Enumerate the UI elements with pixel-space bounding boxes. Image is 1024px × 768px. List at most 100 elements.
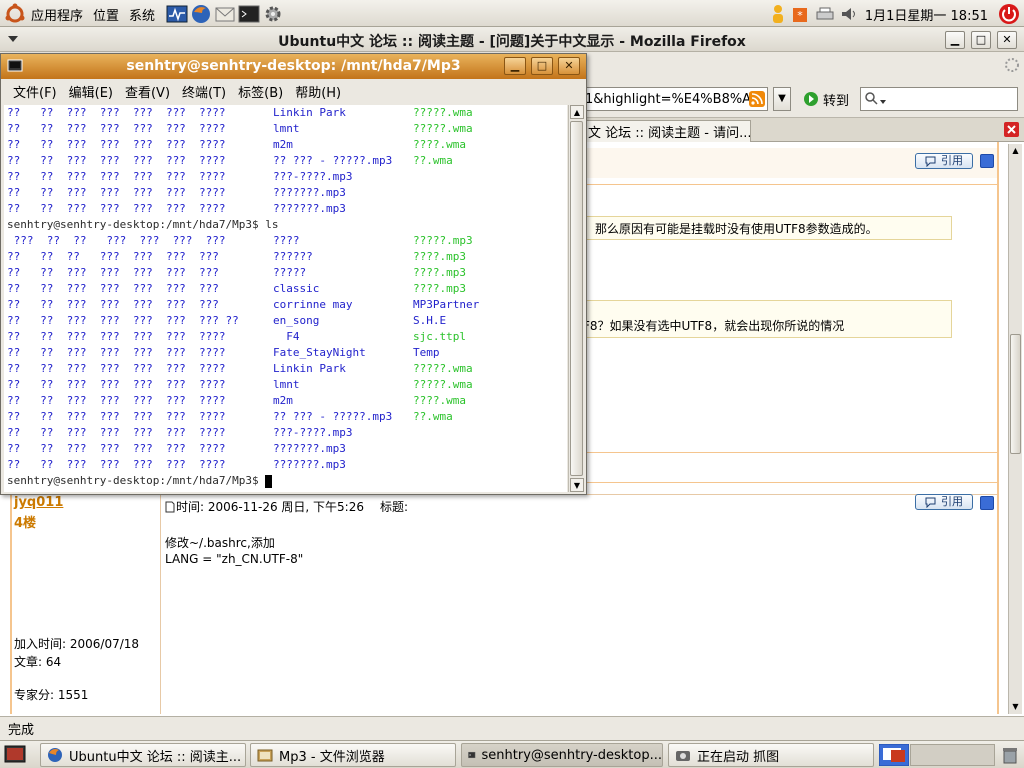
firefox-window-title: Ubuntu中文 论坛 :: 阅读主题 - [问题]关于中文显示 - Mozil… [278, 34, 746, 50]
scroll-up-arrow[interactable]: ▲ [1009, 144, 1022, 158]
output-name-col1: ?????? [273, 250, 313, 263]
tray: * 1月1日星期一 18:51 [769, 3, 1020, 25]
clock[interactable]: 1月1日星期一 18:51 [865, 5, 988, 24]
printer-icon[interactable] [815, 3, 835, 25]
post4-author[interactable]: jyq011 [14, 495, 63, 510]
terminal-scroll-up[interactable]: ▲ [570, 105, 584, 119]
user-icon[interactable] [769, 3, 787, 25]
maximize-button[interactable]: □ [971, 31, 991, 49]
output-perms: ?? ?? ??? ??? ??? ??? ???? [7, 138, 226, 151]
firefox-launcher-icon[interactable] [190, 3, 212, 25]
task-file-browser[interactable]: Mp3 - 文件浏览器 [250, 743, 456, 767]
quote-button-post3[interactable]: 引用 [915, 153, 973, 169]
menu-view[interactable]: 查看(V) [125, 82, 170, 101]
settings-launcher-icon[interactable] [262, 3, 284, 25]
shutdown-icon[interactable] [998, 3, 1020, 25]
search-field[interactable] [860, 87, 1018, 111]
output-perms: ?? ?? ??? ??? ??? ??? ??? [7, 298, 219, 311]
update-notifier-icon[interactable]: * [791, 3, 809, 25]
output-perms: ?? ?? ??? ??? ??? ??? ???? [7, 122, 226, 135]
output-name-col1: en_song [273, 314, 320, 327]
terminal-title: senhtry@senhtry-desktop: /mnt/hda7/Mp3 [126, 58, 461, 74]
output-name-col1: Linkin Park [273, 106, 346, 119]
minimize-button[interactable]: ▁ [945, 31, 965, 49]
output-name-col2: ?????.mp3 [413, 234, 473, 247]
system-monitor-icon[interactable] [166, 3, 188, 25]
prompt-text: senhtry@senhtry-desktop:/mnt/hda7/Mp3$ [7, 474, 266, 487]
volume-icon[interactable] [839, 3, 859, 25]
output-perms: ?? ?? ??? ??? ??? ??? ???? [7, 154, 226, 167]
terminal-launcher-icon[interactable] [238, 3, 260, 25]
output-perms: ?? ?? ??? ??? ??? ??? ???? [7, 186, 226, 199]
output-name-col2: ????.mp3 [413, 266, 466, 279]
output-name-col2: ????.mp3 [413, 250, 466, 263]
quote-icon [925, 156, 936, 167]
output-name-col1: lmnt [273, 122, 300, 135]
menu-terminal[interactable]: 终端(T) [182, 82, 226, 101]
edit-square-icon[interactable] [980, 496, 994, 510]
url-bar[interactable]: 1&highlight=%E4%B8%AD [582, 87, 768, 111]
task-firefox[interactable]: Ubuntu中文 论坛 :: 阅读主... [40, 743, 246, 767]
quote-icon [925, 497, 936, 508]
output-perms: ??? ?? ?? ??? ??? ??? ??? [7, 234, 226, 247]
output-name-col1: ???-????.mp3 [273, 170, 353, 183]
post3-quote-line2: F8？如果没有选中UTF8，就会出现你所说的情况 [578, 300, 952, 338]
output-name-col1: classic [273, 282, 320, 295]
terminal-close-button[interactable]: ✕ [558, 57, 580, 75]
terminal-scrollbar[interactable]: ▲ ▼ [568, 105, 584, 492]
quote-button-post4[interactable]: 引用 [915, 494, 973, 510]
url-dropdown-button[interactable]: ▼ [773, 87, 791, 111]
output-name-col1: ????? [273, 266, 307, 279]
terminal-scroll-down[interactable]: ▼ [570, 478, 584, 492]
menu-edit[interactable]: 编辑(E) [69, 82, 113, 101]
output-name-col1: lmnt [273, 378, 300, 391]
workspace-pager[interactable] [910, 744, 995, 766]
menu-file[interactable]: 文件(F) [13, 82, 57, 101]
terminal-scroll-thumb[interactable] [570, 121, 583, 476]
task-screenshot[interactable]: 正在启动 抓图 [668, 743, 874, 767]
scroll-down-arrow[interactable]: ▼ [1009, 700, 1022, 714]
output-perms: ?? ?? ??? ??? ??? ??? ??? ?? [7, 314, 239, 327]
go-label: 转到 [823, 93, 850, 109]
terminal-output[interactable]: ?? ?? ??? ??? ??? ??? ???? Linkin Park???… [4, 105, 567, 492]
menu-tabs[interactable]: 标签(B) [238, 82, 283, 101]
terminal-task-icon [468, 751, 476, 759]
terminal-maximize-button[interactable]: □ [531, 57, 553, 75]
output-name-col2: ?????.wma [413, 378, 473, 391]
menu-applications[interactable]: 应用程序 [31, 5, 83, 24]
workspace-switcher-icon[interactable] [879, 744, 909, 766]
menu-places[interactable]: 位置 [93, 5, 119, 24]
firefox-titlebar[interactable]: Ubuntu中文 论坛 :: 阅读主题 - [问题]关于中文显示 - Mozil… [0, 27, 1024, 52]
menu-system[interactable]: 系统 [129, 5, 155, 24]
task-terminal[interactable]: senhtry@senhtry-desktop... [461, 743, 663, 767]
post4-floor: 4楼 [14, 516, 37, 531]
menu-help[interactable]: 帮助(H) [295, 82, 341, 101]
tab-forum[interactable]: 文 论坛 :: 阅读主题 - 请问... [583, 120, 751, 142]
close-tab-icon[interactable] [1004, 122, 1019, 137]
url-text: 1&highlight=%E4%B8%AD [585, 91, 762, 107]
tab-label: 文 论坛 :: 阅读主题 - 请问... [588, 126, 751, 141]
output-perms: ?? ?? ??? ??? ??? ??? ??? [7, 266, 219, 279]
trash-icon[interactable] [1000, 745, 1020, 765]
terminal-menubar: 文件(F) 编辑(E) 查看(V) 终端(T) 标签(B) 帮助(H) [1, 79, 586, 103]
post4-body-line1: 修改~/.bashrc,添加 [165, 536, 275, 550]
show-desktop-icon[interactable] [4, 745, 26, 765]
page-scrollbar[interactable]: ▲ ▼ [1008, 144, 1022, 714]
main-menus: 应用程序 位置 系统 [4, 3, 285, 25]
terminal-titlebar[interactable]: senhtry@senhtry-desktop: /mnt/hda7/Mp3 ▁… [1, 54, 586, 79]
terminal-window[interactable]: senhtry@senhtry-desktop: /mnt/hda7/Mp3 ▁… [0, 53, 587, 495]
output-perms: ?? ?? ??? ??? ??? ??? ???? [7, 410, 226, 423]
rss-icon[interactable] [749, 91, 765, 107]
close-button[interactable]: ✕ [997, 31, 1017, 49]
mail-launcher-icon[interactable] [214, 3, 236, 25]
post4-joined: 加入时间: 2006/07/18 [14, 637, 140, 651]
folder-task-icon [257, 749, 273, 762]
prompt-text: senhtry@senhtry-desktop:/mnt/hda7/Mp3$ l… [7, 218, 279, 231]
output-perms: ?? ?? ??? ??? ??? ??? ??? [7, 282, 219, 295]
edit-square-icon[interactable] [980, 154, 994, 168]
go-button[interactable]: 转到 [803, 89, 849, 109]
scroll-thumb[interactable] [1010, 334, 1021, 454]
output-perms: ?? ?? ??? ??? ??? ??? ???? [7, 202, 226, 215]
terminal-minimize-button[interactable]: ▁ [504, 57, 526, 75]
output-name-col2: MP3Partner [413, 298, 480, 311]
